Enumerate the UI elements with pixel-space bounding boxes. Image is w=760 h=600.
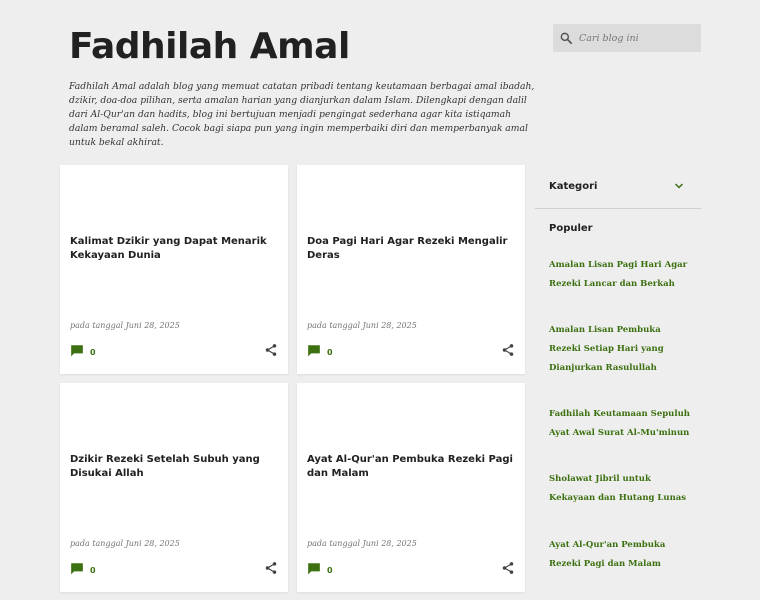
post-card[interactable]: Dzikir Rezeki Setelah Subuh yang Disukai… bbox=[60, 383, 288, 592]
post-card[interactable]: Kalimat Dzikir yang Dapat Menarik Kekaya… bbox=[60, 165, 288, 374]
share-icon[interactable] bbox=[501, 343, 515, 357]
comment-icon bbox=[71, 563, 83, 575]
blog-description: Fadhilah Amal adalah blog yang memuat ca… bbox=[69, 81, 535, 148]
categories-label: Kategori bbox=[549, 180, 598, 192]
post-card[interactable]: Ayat Al-Qur'an Pembuka Rezeki Pagi dan M… bbox=[297, 383, 525, 592]
search-icon[interactable] bbox=[559, 31, 573, 45]
post-title[interactable]: Ayat Al-Qur'an Pembuka Rezeki Pagi dan M… bbox=[307, 453, 517, 481]
search-box[interactable] bbox=[553, 24, 701, 52]
popular-post-link[interactable]: Amalan Lisan Pagi Hari Agar Rezeki Lanca… bbox=[549, 256, 694, 294]
post-date: pada tanggal Juni 28, 2025 bbox=[307, 321, 417, 330]
chevron-down-icon bbox=[674, 183, 684, 189]
share-icon[interactable] bbox=[501, 561, 515, 575]
sidebar-divider bbox=[535, 208, 701, 209]
popular-post-link[interactable]: Fadhilah Keutamaan Sepuluh Ayat Awal Sur… bbox=[549, 405, 694, 443]
comment-icon bbox=[308, 345, 320, 357]
post-title[interactable]: Doa Pagi Hari Agar Rezeki Mengalir Deras bbox=[307, 235, 517, 263]
comment-count: 0 bbox=[327, 347, 333, 357]
post-title[interactable]: Dzikir Rezeki Setelah Subuh yang Disukai… bbox=[70, 453, 280, 481]
comment-icon bbox=[71, 345, 83, 357]
post-date: pada tanggal Juni 28, 2025 bbox=[70, 539, 180, 548]
categories-toggle[interactable]: Kategori bbox=[549, 172, 701, 200]
post-card[interactable]: Doa Pagi Hari Agar Rezeki Mengalir Deras… bbox=[297, 165, 525, 374]
post-date: pada tanggal Juni 28, 2025 bbox=[307, 539, 417, 548]
comment-icon bbox=[308, 563, 320, 575]
blog-title[interactable]: Fadhilah Amal bbox=[69, 26, 350, 67]
popular-post-link[interactable]: Amalan Lisan Pembuka Rezeki Setiap Hari … bbox=[549, 321, 694, 378]
comment-count: 0 bbox=[90, 347, 96, 357]
post-date: pada tanggal Juni 28, 2025 bbox=[70, 321, 180, 330]
comment-link[interactable]: 0 bbox=[70, 344, 96, 357]
comment-count: 0 bbox=[327, 565, 333, 575]
share-icon[interactable] bbox=[264, 561, 278, 575]
popular-post-link[interactable]: Ayat Al-Qur'an Pembuka Rezeki Pagi dan M… bbox=[549, 536, 694, 574]
popular-post-link[interactable]: Sholawat Jibril untuk Kekayaan dan Hutan… bbox=[549, 470, 694, 508]
post-title[interactable]: Kalimat Dzikir yang Dapat Menarik Kekaya… bbox=[70, 235, 280, 263]
comment-link[interactable]: 0 bbox=[70, 562, 96, 575]
comment-link[interactable]: 0 bbox=[307, 562, 333, 575]
popular-heading: Populer bbox=[549, 223, 593, 234]
share-icon[interactable] bbox=[264, 343, 278, 357]
comment-link[interactable]: 0 bbox=[307, 344, 333, 357]
comment-count: 0 bbox=[90, 565, 96, 575]
search-input[interactable] bbox=[579, 32, 689, 44]
